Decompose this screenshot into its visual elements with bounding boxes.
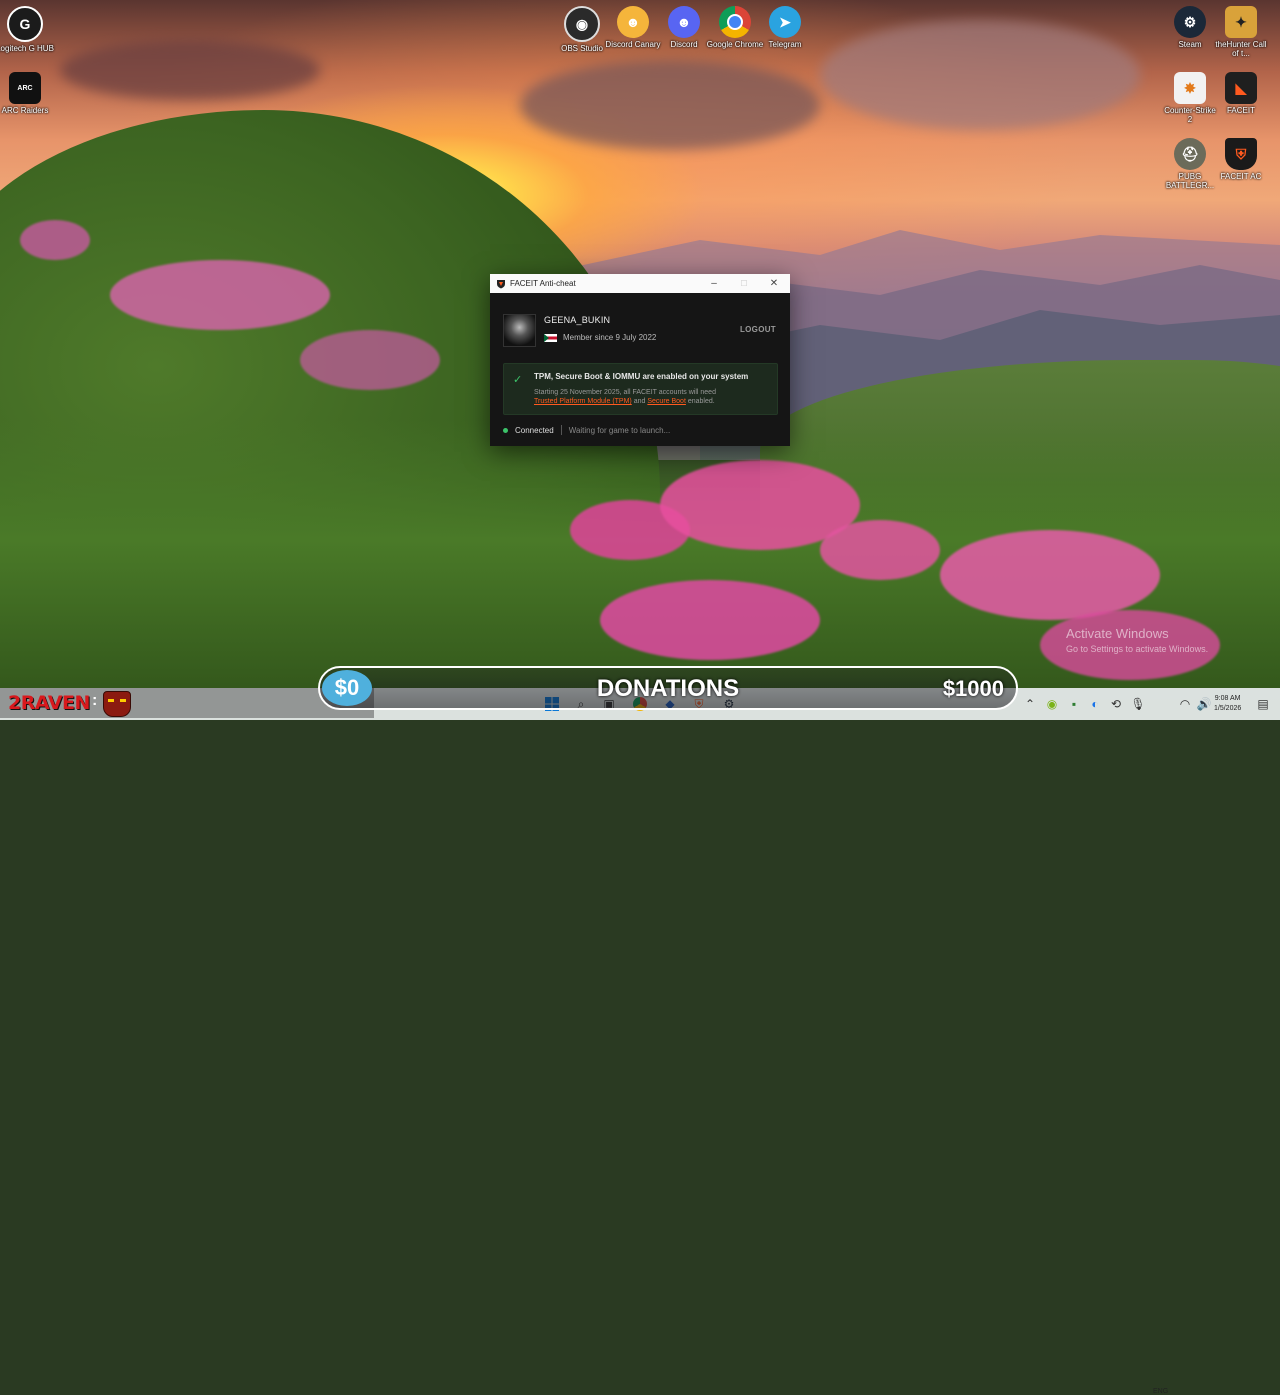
desktop-icon-steam[interactable]: ⚙ Steam	[1161, 6, 1219, 49]
tray-network-icon[interactable]: ⟲	[1108, 696, 1124, 712]
pubg-icon: ⛑	[1174, 138, 1206, 170]
streamer-name-text: RAVEN	[20, 692, 91, 714]
notification-icon[interactable]: ▤	[1255, 696, 1271, 712]
flower-cluster	[600, 580, 820, 660]
status-dot-icon	[503, 427, 508, 433]
close-button[interactable]: ✕	[759, 274, 789, 293]
streamer-name: 2RAVEN	[8, 692, 90, 714]
secure-boot-link[interactable]: Secure Boot	[647, 398, 686, 405]
flower-cluster	[820, 520, 940, 580]
flower-cluster	[110, 260, 330, 330]
logitech-g-hub-icon: G	[7, 6, 43, 42]
obs-studio-icon: ◉	[564, 6, 600, 42]
desktop-icon-thehunter[interactable]: ✦ theHunter Call of t...	[1212, 6, 1270, 58]
activate-windows-title: Activate Windows	[1066, 626, 1169, 641]
counter-strike-icon: ✸	[1174, 72, 1206, 104]
notice-body-text: Starting 25 November 2025, all FACEIT ac…	[534, 389, 716, 396]
window-titlebar[interactable]: FACEIT Anti-cheat – ☐ ✕	[490, 274, 790, 293]
notice-enabled: enabled.	[687, 398, 715, 405]
arc-raiders-icon: ARC	[9, 72, 41, 104]
checkmark-icon: ✓	[513, 374, 523, 386]
desktop-icon-arc-raiders[interactable]: ARC ARC Raiders	[0, 72, 54, 115]
volume-icon[interactable]: 🔊	[1196, 696, 1212, 712]
desktop-icon-counter-strike[interactable]: ✸ Counter-Strike 2	[1161, 72, 1219, 124]
donation-goal-bar: $0 DONATIONS $1000	[318, 666, 1018, 710]
activate-windows-subtitle: Go to Settings to activate Windows.	[1066, 644, 1209, 654]
country-flag-icon	[544, 333, 557, 342]
language-indicator[interactable]: ENG	[1153, 1388, 1168, 1395]
member-since: Member since 9 July 2022	[544, 333, 656, 342]
discord-canary-icon: ☻	[617, 6, 649, 38]
maximize-button: ☐	[740, 279, 748, 288]
notice-title: TPM, Secure Boot & IOMMU are enabled on …	[534, 372, 749, 381]
member-since-text: Member since 9 July 2022	[563, 333, 657, 342]
faceit-shield-icon	[497, 279, 505, 288]
username: GEENA_BUKIN	[544, 315, 611, 325]
notice-and: and	[633, 398, 646, 405]
microphone-icon[interactable]: 🎙	[1130, 696, 1146, 712]
status-waiting: Waiting for game to launch...	[568, 425, 671, 435]
desktop-icon-telegram[interactable]: ➤ Telegram	[756, 6, 814, 49]
telegram-icon: ➤	[769, 6, 801, 38]
mask-icon	[103, 691, 131, 717]
security-notice: ✓ TPM, Secure Boot & IOMMU are enabled o…	[503, 363, 778, 415]
tpm-link[interactable]: Trusted Platform Module (TPM)	[534, 398, 632, 405]
faceit-ac-icon: ⛨	[1225, 138, 1257, 170]
connection-status: Connected Waiting for game to launch...	[503, 425, 670, 435]
streamer-colon: :	[92, 692, 98, 709]
wifi-icon[interactable]: ◠	[1177, 696, 1193, 712]
desktop-icon-discord[interactable]: ☻ Discord	[655, 6, 713, 49]
status-connected: Connected	[515, 425, 554, 435]
desktop-icon-faceit[interactable]: ◣ FACEIT	[1212, 72, 1270, 115]
clock-time: 9:08 AM	[1214, 695, 1241, 702]
activate-windows-watermark: Activate Windows Go to Settings to activ…	[1066, 626, 1208, 654]
cloud	[520, 60, 820, 150]
window-title: FACEIT Anti-cheat	[510, 279, 576, 288]
donation-title: DONATIONS	[596, 675, 740, 702]
taskbar-clock[interactable]: 9:08 AM 1/5/2026	[1214, 694, 1241, 714]
flower-cluster	[940, 530, 1160, 620]
tray-nvidia-icon[interactable]: ◉	[1044, 696, 1060, 712]
steam-icon: ⚙	[1174, 6, 1206, 38]
tray-app2-icon[interactable]: ◐	[1087, 696, 1103, 712]
desktop-icon-obs[interactable]: ◉ OBS Studio	[553, 6, 611, 53]
desktop-icon-faceit-ac[interactable]: ⛨ FACEIT AC	[1212, 138, 1270, 181]
status-divider	[560, 425, 562, 435]
discord-icon: ☻	[668, 6, 700, 38]
notice-body: Starting 25 November 2025, all FACEIT ac…	[534, 388, 774, 406]
cloud	[820, 20, 1140, 130]
tray-overflow-icon[interactable]: ⌃	[1022, 696, 1038, 712]
desktop-icon-logitech[interactable]: G Logitech G HUB	[0, 6, 54, 53]
minimize-button[interactable]: –	[699, 274, 729, 293]
thehunter-icon: ✦	[1225, 6, 1257, 38]
desktop-icon-pubg[interactable]: ⛑ PUBG BATTLEGR...	[1161, 138, 1219, 190]
clock-date: 1/5/2026	[1214, 705, 1242, 712]
flower-cluster	[300, 330, 440, 390]
streamer-prefix: 2	[8, 692, 21, 714]
cloud	[60, 40, 320, 100]
logout-button[interactable]: LOGOUT	[740, 325, 776, 334]
chrome-icon	[719, 6, 751, 38]
faceit-icon: ◣	[1225, 72, 1257, 104]
faceit-anticheat-window: FACEIT Anti-cheat – ☐ ✕ GEENA_BUKIN Memb…	[490, 274, 790, 446]
tray-app-icon[interactable]: ▪	[1066, 696, 1082, 712]
donation-goal: $1000	[942, 676, 1004, 701]
desktop-icon-discord-canary[interactable]: ☻ Discord Canary	[604, 6, 662, 49]
avatar	[503, 314, 536, 347]
flower-cluster	[20, 220, 90, 260]
